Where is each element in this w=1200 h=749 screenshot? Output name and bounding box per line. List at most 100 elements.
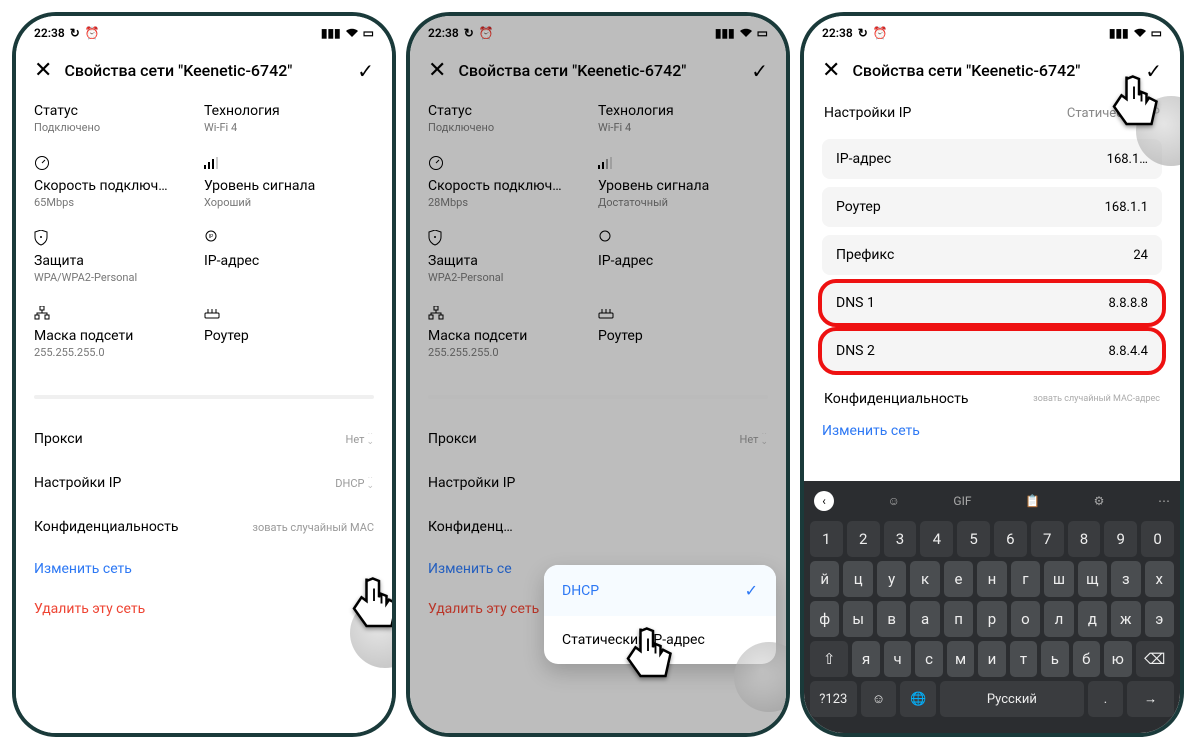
field-router[interactable]: Роутер 168.1.1 [822, 187, 1162, 227]
gif-button[interactable]: GIF [953, 494, 971, 508]
key-1[interactable]: 1 [810, 521, 843, 557]
key-backspace[interactable]: ⌫ [1136, 641, 1174, 677]
label: DNS 2 [836, 343, 875, 359]
key[interactable]: н [977, 561, 1006, 597]
page-title: Свойства сети "Keenetic-6742" [852, 61, 1133, 80]
key-0[interactable]: 0 [1141, 521, 1174, 557]
key-7[interactable]: 7 [1031, 521, 1064, 557]
field-ip-address[interactable]: IP-адрес 168.1… [822, 139, 1162, 179]
popup-option-dhcp[interactable]: DHCP ✓ [544, 565, 776, 616]
key[interactable]: ж [1111, 601, 1140, 637]
row-proxy[interactable]: Прокси Нет⌃⌄ [428, 417, 768, 461]
divider [428, 395, 768, 399]
key[interactable]: г [1011, 561, 1040, 597]
row-ip-settings[interactable]: Настройки IP [428, 461, 768, 505]
key[interactable]: п [944, 601, 973, 637]
status-bar: 22:38 ↻ ⏰ ▮▮▮ ▭ [822, 16, 1162, 44]
row-proxy[interactable]: Прокси Нет⌃⌄ [34, 417, 374, 461]
settings-icon[interactable]: ⚙ [1094, 494, 1105, 508]
key[interactable]: ч [884, 641, 911, 677]
key[interactable]: т [1010, 641, 1037, 677]
key-enter[interactable]: → [1127, 681, 1174, 717]
key[interactable]: э [1145, 601, 1174, 637]
key[interactable]: а [910, 601, 939, 637]
label: Уровень сигнала [598, 178, 768, 194]
clock: 22:38 [822, 26, 853, 40]
chevron-updown-icon: ⌃⌄ [760, 433, 768, 445]
key-5[interactable]: 5 [957, 521, 990, 557]
key[interactable]: о [1011, 601, 1040, 637]
key-6[interactable]: 6 [994, 521, 1027, 557]
key[interactable]: ш [1044, 561, 1073, 597]
field-dns1[interactable]: DNS 1 8.8.8.8 [822, 283, 1162, 323]
key-4[interactable]: 4 [920, 521, 953, 557]
key-shift[interactable]: ⇧ [810, 641, 848, 677]
key-3[interactable]: 3 [884, 521, 917, 557]
clipboard-icon[interactable]: 📋 [1025, 494, 1040, 508]
key[interactable]: я [852, 641, 879, 677]
key[interactable]: ф [810, 601, 839, 637]
row-privacy[interactable]: Конфиденциальность зовать случайный MAC [34, 505, 374, 549]
field-dns2[interactable]: DNS 2 8.8.4.4 [822, 331, 1162, 371]
key[interactable]: л [1044, 601, 1073, 637]
collapse-keyboard-icon[interactable]: ‹ [814, 491, 834, 511]
key-8[interactable]: 8 [1068, 521, 1101, 557]
value: Wi-Fi 4 [204, 121, 374, 134]
change-network-link[interactable]: Изменить сеть [34, 549, 374, 589]
key[interactable]: к [910, 561, 939, 597]
more-icon[interactable]: ⋯ [1158, 494, 1170, 508]
battery-icon: ▭ [1151, 26, 1162, 40]
signal-bars-icon [204, 154, 374, 172]
confirm-icon[interactable]: ✓ [751, 59, 768, 83]
sticker-icon[interactable]: ☺ [888, 494, 900, 508]
value: Нет [740, 433, 759, 446]
close-icon[interactable]: ✕ [822, 58, 840, 83]
cell-router: Роутер [598, 296, 768, 371]
key-emoji[interactable]: ☺ [861, 681, 897, 717]
key[interactable]: ц [843, 561, 872, 597]
change-network-link[interactable]: Изменить сеть [822, 419, 1162, 451]
page-title: Свойства сети "Keenetic-6742" [458, 61, 739, 80]
key[interactable]: щ [1078, 561, 1107, 597]
key[interactable]: е [944, 561, 973, 597]
label: Статус [428, 103, 598, 119]
ip-icon: IP [204, 229, 374, 247]
label: Маска подсети [34, 328, 204, 344]
key[interactable]: ю [1104, 641, 1131, 677]
keyboard[interactable]: ‹ ☺ GIF 📋 ⚙ ⋯ 1234567890 йцукенгшщзх фыв… [804, 481, 1180, 733]
key-period[interactable]: . [1088, 681, 1124, 717]
key[interactable]: х [1145, 561, 1174, 597]
key-lang[interactable]: 🌐 [900, 681, 936, 717]
key[interactable]: у [877, 561, 906, 597]
row-privacy[interactable]: Конфиденц… [428, 505, 768, 549]
label: IP-адрес [836, 151, 891, 167]
value: Нет [346, 433, 365, 446]
close-icon[interactable]: ✕ [34, 58, 52, 83]
key[interactable]: с [915, 641, 942, 677]
key-9[interactable]: 9 [1104, 521, 1137, 557]
key[interactable]: и [978, 641, 1005, 677]
key-space[interactable]: Русский [940, 681, 1083, 717]
key[interactable]: в [877, 601, 906, 637]
value: Подключено [428, 121, 598, 134]
key[interactable]: м [947, 641, 974, 677]
value: 8.8.8.8 [1108, 296, 1148, 311]
key[interactable]: б [1073, 641, 1100, 677]
router-icon [204, 304, 374, 322]
svg-text:IP: IP [209, 234, 214, 240]
key[interactable]: ы [843, 601, 872, 637]
key[interactable]: ь [1041, 641, 1068, 677]
key[interactable]: з [1111, 561, 1140, 597]
row-ip-settings[interactable]: Настройки IP DHCP⌃⌄ [34, 461, 374, 505]
key-123[interactable]: ?123 [810, 681, 857, 717]
value: Подключено [34, 121, 204, 134]
close-icon[interactable]: ✕ [428, 58, 446, 83]
field-prefix[interactable]: Префикс 24 [822, 235, 1162, 275]
key[interactable]: р [977, 601, 1006, 637]
key[interactable]: д [1078, 601, 1107, 637]
confirm-icon[interactable]: ✓ [357, 59, 374, 83]
key-2[interactable]: 2 [847, 521, 880, 557]
delete-network-link[interactable]: Удалить эту сеть [34, 589, 374, 629]
key[interactable]: й [810, 561, 839, 597]
row-privacy[interactable]: Конфиденциальность зовать случайный MAC-… [822, 379, 1162, 419]
